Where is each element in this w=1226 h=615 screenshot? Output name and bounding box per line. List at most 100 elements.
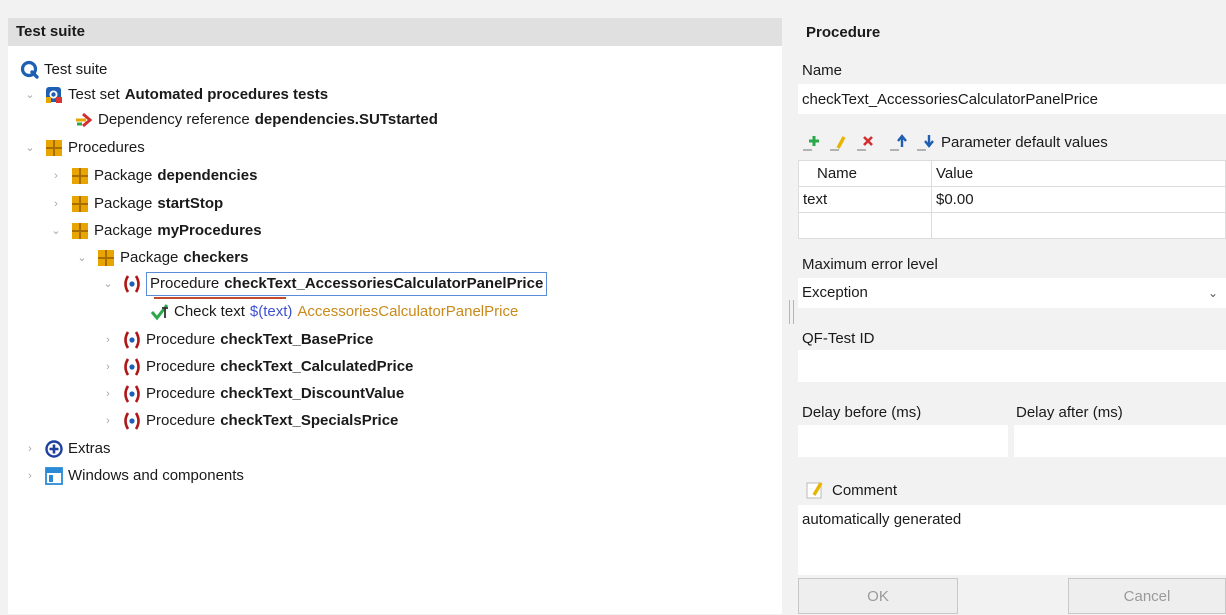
tree-node-extras[interactable]: › Extras	[22, 436, 111, 462]
tree-node-kind: Procedure	[146, 358, 216, 375]
chevron-down-icon: ⌄	[1207, 286, 1218, 300]
qf-suite-icon	[20, 60, 40, 80]
tree-node-kind: Procedure	[146, 331, 216, 348]
ok-button[interactable]: OK	[798, 578, 958, 614]
chevron-down-icon[interactable]: ⌄	[48, 218, 64, 244]
tree-node-name: checkText_SpecialsPrice	[220, 412, 399, 429]
add-param-button[interactable]	[802, 132, 822, 152]
extras-plus-icon	[44, 439, 64, 459]
max-error-select[interactable]: Exception ⌄	[798, 278, 1226, 308]
procedure-detail-panel: Procedure Name Parameter default values …	[798, 18, 1226, 614]
comment-label: Comment	[832, 481, 898, 499]
selected-node-label: Procedure checkText_AccessoriesCalculato…	[146, 272, 548, 296]
procedure-icon	[122, 411, 142, 431]
qf-test-id-field[interactable]	[798, 350, 1226, 382]
tree-node-package-checkers[interactable]: ⌄ Package checkers	[74, 245, 248, 271]
tree-node-label: Test suite	[44, 61, 108, 78]
chevron-right-icon[interactable]: ›	[22, 436, 38, 462]
check-target: AccessoriesCalculatorPanelPrice	[297, 303, 519, 320]
dependency-arrow-icon	[74, 110, 94, 130]
delay-before-label: Delay before (ms)	[802, 404, 922, 421]
tree-node-kind: Package	[120, 249, 179, 266]
tree-node-kind: Dependency reference	[98, 111, 250, 128]
window-icon	[44, 466, 64, 486]
tree-node-dependency-reference[interactable]: Dependency reference dependencies.SUTsta…	[74, 107, 438, 133]
delay-after-field[interactable]	[1014, 425, 1226, 457]
chevron-right-icon[interactable]: ›	[100, 408, 116, 434]
params-column-value[interactable]: Value	[931, 160, 1226, 187]
chevron-down-icon[interactable]: ⌄	[22, 135, 38, 161]
test-suite-panel: Test suite Test suite ⌄ Test set Automat…	[8, 18, 782, 614]
name-label: Name	[802, 62, 843, 79]
tree-node-windows-components[interactable]: › Windows and components	[22, 463, 244, 489]
chevron-down-icon[interactable]: ⌄	[22, 82, 38, 108]
tree-node-name: dependencies.SUTstarted	[254, 111, 438, 128]
check-text-icon	[150, 302, 170, 322]
chevron-right-icon[interactable]: ›	[48, 163, 64, 189]
tree-node-kind: Procedure	[150, 275, 220, 292]
tree-node-name: checkers	[183, 249, 249, 266]
chevron-right-icon[interactable]: ›	[100, 327, 116, 353]
package-icon	[70, 221, 90, 241]
chevron-right-icon[interactable]: ›	[100, 354, 116, 380]
procedure-icon	[122, 274, 142, 294]
tree-node-kind: Test set	[68, 86, 120, 103]
param-value-cell[interactable]: $0.00	[931, 186, 1226, 213]
tree-node-test-suite[interactable]: Test suite	[20, 57, 107, 83]
comment-field[interactable]: automatically generated	[798, 505, 1226, 575]
chevron-right-icon[interactable]: ›	[22, 463, 38, 489]
tree-node-procedure-specialsprice[interactable]: › Procedure checkText_SpecialsPrice	[100, 408, 398, 434]
cancel-button[interactable]: Cancel	[1068, 578, 1226, 614]
tree-node-kind: Procedures	[68, 139, 145, 156]
tree-node-kind: Package	[94, 222, 153, 239]
chevron-down-icon[interactable]: ⌄	[74, 245, 90, 271]
delay-after-label: Delay after (ms)	[1016, 404, 1123, 421]
param-name-cell[interactable]: text	[798, 186, 932, 213]
tree-node-kind: Windows and components	[68, 467, 244, 484]
tree-node-kind: Extras	[68, 440, 111, 457]
tree-node-name: checkText_DiscountValue	[220, 385, 405, 402]
procedure-icon	[122, 357, 142, 377]
tree-node-kind: Package	[94, 167, 153, 184]
delete-param-button[interactable]	[856, 132, 876, 152]
panel-splitter-handle[interactable]	[789, 300, 794, 324]
tree-node-package-startstop[interactable]: › Package startStop	[48, 191, 223, 217]
chevron-right-icon[interactable]: ›	[100, 381, 116, 407]
tree-node-procedure-discountvalue[interactable]: › Procedure checkText_DiscountValue	[100, 381, 404, 407]
delay-before-field[interactable]	[798, 425, 1008, 457]
procedure-icon	[122, 384, 142, 404]
tree-node-test-set[interactable]: ⌄ Test set Automated procedures tests	[22, 82, 328, 108]
tree-node-procedures[interactable]: ⌄ Procedures	[22, 135, 145, 161]
package-icon	[70, 166, 90, 186]
table-row-empty[interactable]	[798, 212, 1226, 239]
comment-edit-icon[interactable]	[806, 480, 826, 500]
tree-node-procedure-baseprice[interactable]: › Procedure checkText_BasePrice	[100, 327, 373, 353]
chevron-down-icon[interactable]: ⌄	[100, 271, 116, 297]
tree-node-kind: Package	[94, 195, 153, 212]
check-variable: $(text)	[249, 303, 293, 320]
qf-test-id-label: QF-Test ID	[802, 330, 875, 347]
detail-title: Procedure	[806, 24, 881, 41]
chevron-right-icon[interactable]: ›	[48, 191, 64, 217]
max-error-label: Maximum error level	[802, 256, 938, 273]
edit-param-button[interactable]	[829, 132, 849, 152]
move-down-button[interactable]	[916, 132, 936, 152]
params-column-name[interactable]: Name	[798, 160, 932, 187]
tree-node-name: checkText_AccessoriesCalculatorPanelPric…	[224, 275, 544, 292]
tree-node-check-text[interactable]: Check text $(text) AccessoriesCalculator…	[150, 299, 518, 325]
package-icon	[44, 138, 64, 158]
comment-header: Comment	[806, 480, 897, 500]
name-field[interactable]	[798, 84, 1226, 114]
tree-node-procedure-calculatedprice[interactable]: › Procedure checkText_CalculatedPrice	[100, 354, 413, 380]
tree-node-kind: Procedure	[146, 412, 216, 429]
tree-node-package-dependencies[interactable]: › Package dependencies	[48, 163, 257, 189]
max-error-value: Exception	[802, 284, 868, 301]
tree-node-procedure-selected[interactable]: ⌄ Procedure checkText_AccessoriesCalcula…	[100, 271, 548, 297]
tree-node-name: Automated procedures tests	[124, 86, 329, 103]
tree-node-name: myProcedures	[157, 222, 262, 239]
tree-node-package-myprocedures[interactable]: ⌄ Package myProcedures	[48, 218, 262, 244]
table-row[interactable]: text $0.00	[798, 186, 1226, 213]
procedure-icon	[122, 330, 142, 350]
move-up-button[interactable]	[889, 132, 909, 152]
tree-node-name: startStop	[157, 195, 224, 212]
